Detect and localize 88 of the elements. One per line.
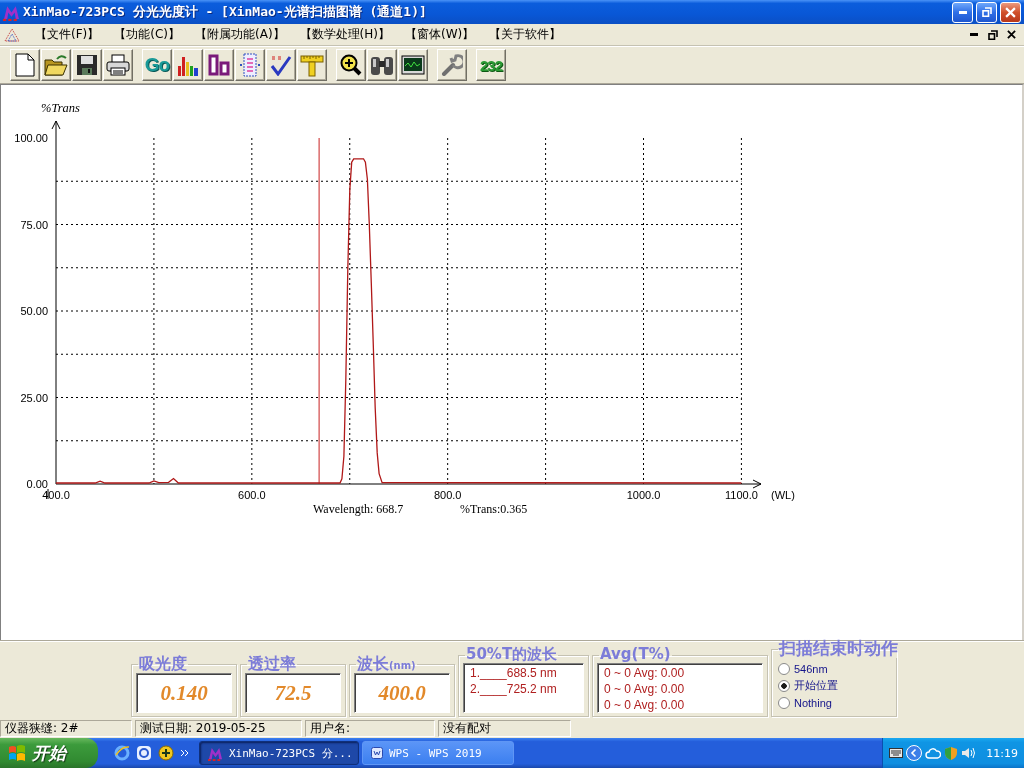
menu-item[interactable]: 【关于软件】 bbox=[489, 26, 562, 43]
radio-label[interactable]: 546nm bbox=[794, 662, 828, 675]
restore-icon bbox=[981, 7, 992, 17]
group-label: Avg(T%) bbox=[599, 647, 672, 663]
new-document-icon bbox=[14, 53, 36, 77]
toolbar-button[interactable] bbox=[336, 49, 366, 81]
toolbar-button[interactable] bbox=[204, 49, 234, 81]
group-label: 50%T的波长 bbox=[465, 647, 559, 663]
speaker-icon[interactable] bbox=[961, 746, 975, 760]
cursor-readout: %Trans:0.365 bbox=[460, 502, 528, 516]
printer-icon bbox=[106, 54, 130, 76]
windows-flag-icon bbox=[8, 744, 26, 762]
chevrons-icon[interactable] bbox=[180, 749, 189, 757]
tick-label: 0.00 bbox=[26, 478, 48, 490]
radio-button[interactable] bbox=[778, 679, 790, 692]
restore-button[interactable] bbox=[976, 1, 997, 23]
cloud-icon[interactable] bbox=[925, 747, 941, 759]
axis-title: %Trans bbox=[41, 101, 80, 115]
chevron-left-icon[interactable] bbox=[906, 745, 922, 761]
group-label: 扫描结束时动作 bbox=[778, 640, 899, 658]
value-display: 400.0 bbox=[354, 673, 450, 713]
minimize-icon bbox=[969, 33, 978, 36]
group-label: 透过率 bbox=[247, 656, 297, 673]
toolbar-button[interactable] bbox=[398, 49, 428, 81]
close-icon bbox=[1007, 30, 1016, 39]
binoculars-icon bbox=[370, 54, 394, 76]
list-text: 2.____725.2 nm bbox=[470, 681, 558, 697]
status-cell: 没有配对 bbox=[438, 720, 571, 737]
value-display: 72.5 bbox=[245, 673, 341, 713]
radio-button[interactable] bbox=[778, 696, 790, 709]
tick-label: 75.00 bbox=[20, 218, 48, 231]
tick-label: 1000.0 bbox=[626, 489, 661, 501]
open-folder-icon bbox=[44, 54, 68, 76]
toolbar-button[interactable] bbox=[103, 49, 133, 81]
toolbar-button[interactable] bbox=[41, 49, 71, 81]
list-text: 0 ~ 0 Avg: 0.00 bbox=[604, 697, 686, 713]
list-text: 1.____688.5 nm bbox=[470, 665, 558, 681]
tick-label: 600.0 bbox=[238, 489, 266, 501]
keyboard-icon[interactable] bbox=[889, 748, 903, 758]
status-cell: 用户名: bbox=[305, 720, 435, 737]
zoom-in-icon bbox=[340, 54, 362, 76]
plus-circle-icon[interactable] bbox=[158, 745, 174, 761]
toolbar-button[interactable] bbox=[367, 49, 397, 81]
menu-item[interactable]: 【附属功能(A)】 bbox=[195, 26, 285, 43]
menu-item[interactable]: 【功能(C)】 bbox=[114, 26, 180, 43]
triangle-icon bbox=[4, 27, 20, 42]
start-button[interactable]: 开始 bbox=[0, 738, 98, 768]
toolbar-button[interactable] bbox=[266, 49, 296, 81]
radio-button[interactable] bbox=[778, 662, 790, 675]
tick-label: 400.0 bbox=[42, 489, 70, 501]
taskbar-button[interactable]: XinMao-723PCS 分... bbox=[199, 741, 359, 765]
axis-title: (WL) bbox=[771, 489, 795, 501]
cursor-readout: Wavelength: 668.7 bbox=[313, 502, 404, 516]
menu-item[interactable]: 【窗体(W)】 bbox=[405, 26, 475, 43]
tick-label: 100.00 bbox=[14, 132, 48, 144]
tick-label: 800.0 bbox=[433, 489, 462, 501]
minimize-button[interactable] bbox=[952, 1, 973, 23]
tick-label: 50.00 bbox=[20, 305, 48, 317]
list-icon bbox=[239, 53, 261, 77]
minimize-icon bbox=[958, 10, 967, 14]
toolbar-button[interactable] bbox=[72, 49, 102, 81]
toolbar-button[interactable] bbox=[173, 49, 203, 81]
wrench-icon bbox=[441, 54, 463, 76]
list-text: 0 ~ 0 Avg: 0.00 bbox=[604, 681, 686, 697]
columns-icon bbox=[208, 54, 230, 76]
tick-label: 1100.0 bbox=[725, 489, 758, 501]
ruler-icon bbox=[300, 53, 324, 77]
bar-chart-icon bbox=[177, 54, 199, 76]
status-cell: 仪器狭缝: 2# bbox=[0, 720, 132, 737]
close-icon bbox=[1005, 6, 1016, 18]
ring-icon[interactable] bbox=[114, 745, 130, 761]
checkmark-icon bbox=[270, 54, 292, 76]
ring-tile-icon[interactable] bbox=[136, 745, 152, 761]
status-cell: 测试日期: 2019-05-25 bbox=[135, 720, 302, 737]
radio-label[interactable]: 开始位置 bbox=[794, 678, 838, 693]
value-display: 0.140 bbox=[136, 673, 232, 713]
tick-label: 25.00 bbox=[20, 391, 48, 404]
clock: 11:19 bbox=[986, 746, 1018, 760]
restore-icon bbox=[987, 29, 998, 40]
menu-item[interactable]: 【数学处理(H)】 bbox=[299, 26, 390, 43]
monitor-icon bbox=[401, 55, 425, 75]
window-title: XinMao-723PCS 分光光度计 - [XinMao-光谱扫描图谱 (通道1)] bbox=[23, 3, 428, 21]
group-label: 波长(nm) bbox=[356, 656, 417, 673]
document-icon bbox=[371, 747, 383, 759]
radio-label[interactable]: Nothing bbox=[794, 696, 832, 709]
list-text: 0 ~ 0 Avg: 0.00 bbox=[604, 665, 686, 681]
group-label: 吸光度 bbox=[138, 656, 188, 673]
menu-item[interactable]: 【文件(F)】 bbox=[35, 26, 100, 43]
